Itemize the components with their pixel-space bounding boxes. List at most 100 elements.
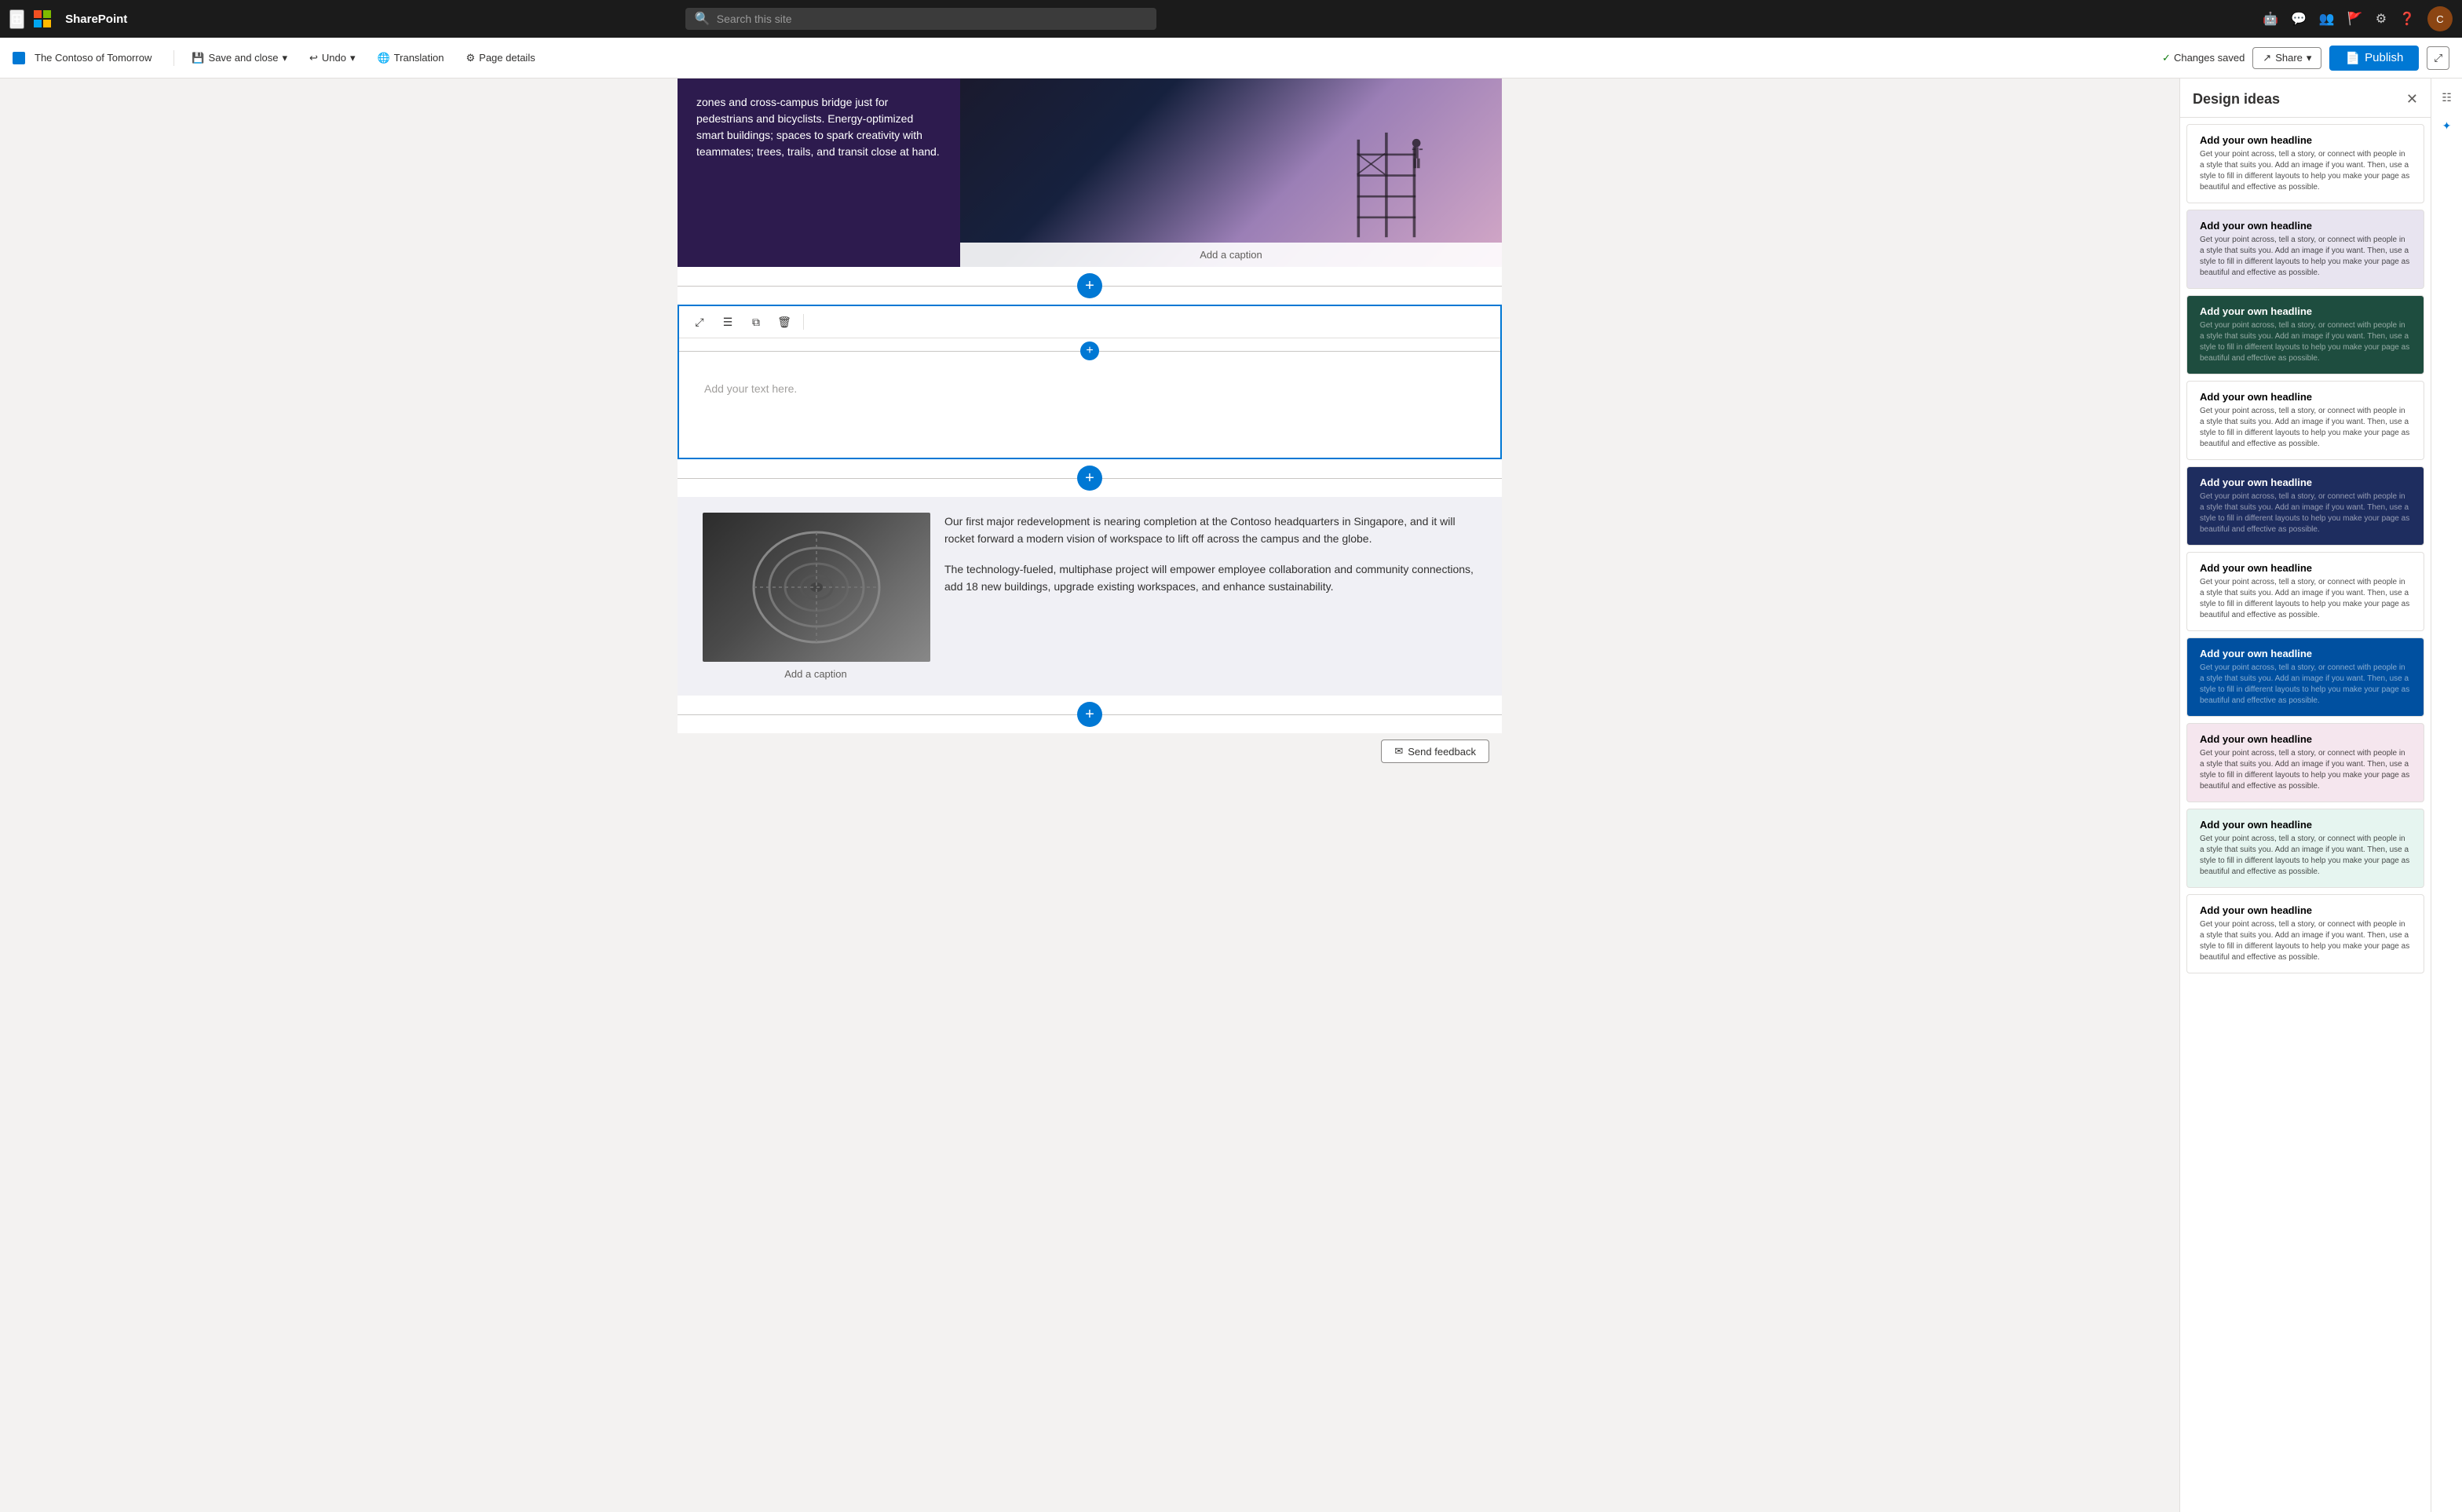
page-icon <box>13 52 25 64</box>
right-panel-icon-1[interactable]: ☷ <box>2435 85 2460 110</box>
share-dropdown-icon: ▾ <box>2307 52 2312 64</box>
search-input[interactable] <box>717 13 1147 25</box>
flag-icon[interactable]: 🚩 <box>2347 11 2363 27</box>
translate-icon: 🌐 <box>377 52 389 64</box>
paragraph-2: The technology-fueled, multiphase projec… <box>944 561 1477 596</box>
card-5-headline: Add your own headline <box>2200 477 2411 488</box>
help-icon[interactable]: ❓ <box>2399 11 2415 27</box>
search-icon: 🔍 <box>695 11 710 27</box>
chat-icon[interactable]: 💬 <box>2291 11 2307 27</box>
spiral-visual <box>703 513 930 662</box>
ms-logo-blue <box>34 20 42 27</box>
card-3-headline: Add your own headline <box>2200 305 2411 317</box>
design-card-9[interactable]: Add your own headline Get your point acr… <box>2186 809 2424 888</box>
design-card-10[interactable]: Add your own headline Get your point acr… <box>2186 894 2424 973</box>
ms-logo-yellow <box>43 20 51 27</box>
card-7-body: Get your point across, tell a story, or … <box>2200 663 2411 707</box>
changes-saved-status: ✓ Changes saved <box>2162 52 2245 64</box>
top-image <box>960 79 1502 267</box>
ms-logo <box>34 10 51 27</box>
add-section-button-2[interactable]: + <box>1077 466 1102 491</box>
card-6-headline: Add your own headline <box>2200 562 2411 574</box>
design-card-3[interactable]: Add your own headline Get your point acr… <box>2186 295 2424 374</box>
save-dropdown-icon: ▾ <box>282 52 287 64</box>
lower-section: Add a caption Our first major redevelopm… <box>678 497 1502 696</box>
content-area[interactable]: zones and cross-campus bridge just for p… <box>0 79 2179 1512</box>
toolbar-right: ✓ Changes saved ↗ Share ▾ 📄 Publish ⤢ <box>2162 46 2449 71</box>
design-card-1[interactable]: Add your own headline Get your point acr… <box>2186 124 2424 203</box>
card-9-body: Get your point across, tell a story, or … <box>2200 834 2411 878</box>
save-and-close-button[interactable]: 💾 Save and close ▾ <box>184 48 295 68</box>
design-card-7[interactable]: Add your own headline Get your point acr… <box>2186 637 2424 717</box>
text-content-area[interactable]: Add your text here. <box>679 363 1500 458</box>
design-card-8[interactable]: Add your own headline Get your point acr… <box>2186 723 2424 802</box>
copilot-icon[interactable]: 🤖 <box>2263 11 2278 27</box>
share-icon: ↗ <box>2263 52 2271 64</box>
card-4-body: Get your point across, tell a story, or … <box>2200 406 2411 450</box>
card-2-headline: Add your own headline <box>2200 220 2411 232</box>
settings-tool-button[interactable]: ☰ <box>717 311 739 333</box>
publish-button[interactable]: 📄 Publish <box>2329 46 2419 71</box>
page-title: The Contoso of Tomorrow <box>35 52 152 64</box>
add-section-above-editor: + <box>678 267 1502 305</box>
avatar[interactable]: C <box>2427 6 2453 31</box>
top-nav: ⊞ SharePoint 🔍 🤖 💬 👥 🚩 ⚙ ❓ C <box>0 0 2462 38</box>
card-10-body: Get your point across, tell a story, or … <box>2200 919 2411 963</box>
people-icon[interactable]: 👥 <box>2319 11 2335 27</box>
close-design-panel-button[interactable]: ✕ <box>2406 91 2418 108</box>
duplicate-tool-button[interactable]: ⧉ <box>745 311 767 333</box>
settings-icon[interactable]: ⚙ <box>2376 11 2387 27</box>
waffle-menu-button[interactable]: ⊞ <box>9 9 24 29</box>
spiral-svg <box>738 517 895 658</box>
editor-toolbar-divider <box>803 314 804 330</box>
add-section-button-3[interactable]: + <box>1077 702 1102 727</box>
text-editor-section[interactable]: ⤢ ☰ ⧉ 🗑 + Add your text here. <box>678 305 1502 459</box>
card-1-headline: Add your own headline <box>2200 134 2411 146</box>
design-card-5[interactable]: Add your own headline Get your point acr… <box>2186 466 2424 546</box>
lower-image <box>703 513 930 662</box>
send-feedback-button[interactable]: ✉ Send feedback <box>1381 740 1489 763</box>
send-feedback-bar: ✉ Send feedback <box>678 733 1502 769</box>
card-1-body: Get your point across, tell a story, or … <box>2200 149 2411 193</box>
top-section: zones and cross-campus bridge just for p… <box>678 79 1502 267</box>
add-section-button-1[interactable]: + <box>1077 273 1102 298</box>
main-layout: zones and cross-campus bridge just for p… <box>0 79 2462 1512</box>
design-card-4[interactable]: Add your own headline Get your point acr… <box>2186 381 2424 460</box>
page-details-button[interactable]: ⚙ Page details <box>458 48 543 68</box>
card-9-headline: Add your own headline <box>2200 819 2411 831</box>
design-panel-title: Design ideas <box>2193 91 2280 108</box>
add-section-in-editor: + <box>679 338 1500 363</box>
design-card-6[interactable]: Add your own headline Get your point acr… <box>2186 552 2424 631</box>
app-name: SharePoint <box>65 13 127 26</box>
card-8-headline: Add your own headline <box>2200 733 2411 745</box>
design-panel-header: Design ideas ✕ <box>2180 79 2431 118</box>
share-button[interactable]: ↗ Share ▾ <box>2252 47 2321 69</box>
checkmark-icon: ✓ <box>2162 52 2171 64</box>
right-panel-design-icon[interactable]: ✦ <box>2435 113 2460 138</box>
right-panel-icons: ☷ ✦ <box>2431 79 2462 1512</box>
design-ideas-list[interactable]: Add your own headline Get your point acr… <box>2180 118 2431 1512</box>
toolbar: The Contoso of Tomorrow 💾 Save and close… <box>0 38 2462 79</box>
top-left-text: zones and cross-campus bridge just for p… <box>678 79 960 267</box>
design-ideas-panel: Design ideas ✕ Add your own headline Get… <box>2179 79 2431 1512</box>
search-bar[interactable]: 🔍 <box>685 8 1156 30</box>
text-placeholder: Add your text here. <box>704 382 797 395</box>
add-section-below-editor: + <box>678 459 1502 497</box>
translation-button[interactable]: 🌐 Translation <box>369 48 451 68</box>
image-caption-2[interactable]: Add a caption <box>703 668 929 680</box>
design-card-2[interactable]: Add your own headline Get your point acr… <box>2186 210 2424 289</box>
collapse-panel-button[interactable]: ⤢ <box>2427 46 2449 70</box>
card-5-body: Get your point across, tell a story, or … <box>2200 491 2411 535</box>
page-content: zones and cross-campus bridge just for p… <box>678 79 1502 769</box>
add-column-button[interactable]: + <box>1080 341 1099 360</box>
paragraph-1: Our first major redevelopment is nearing… <box>944 513 1477 548</box>
move-tool-button[interactable]: ⤢ <box>689 311 710 333</box>
save-icon: 💾 <box>192 52 204 64</box>
delete-tool-button[interactable]: 🗑 <box>773 311 795 333</box>
image-caption-1[interactable]: Add a caption <box>960 243 1502 267</box>
undo-button[interactable]: ↩ Undo ▾ <box>301 48 363 68</box>
undo-icon: ↩ <box>309 52 318 64</box>
ms-logo-red <box>34 10 42 18</box>
lower-text: Our first major redevelopment is nearing… <box>944 513 1502 680</box>
feedback-icon: ✉ <box>1394 745 1403 758</box>
